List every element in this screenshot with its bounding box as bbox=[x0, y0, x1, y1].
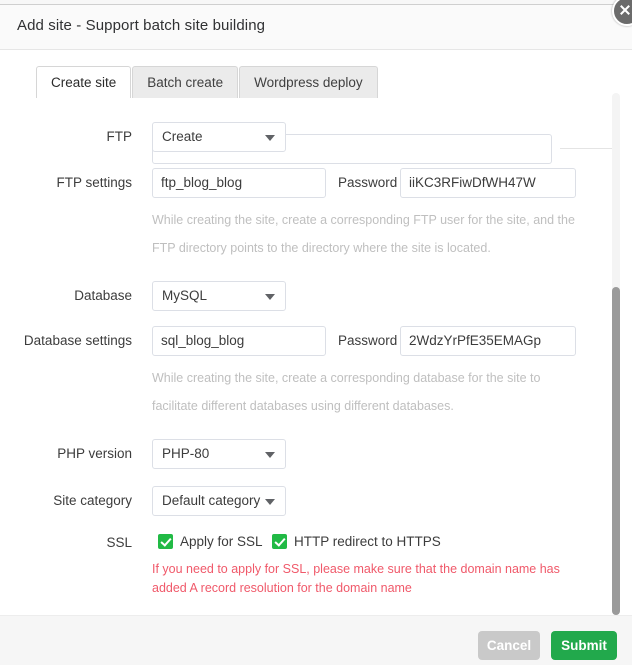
body-scrollbar-thumb[interactable] bbox=[612, 287, 620, 615]
site-category-label: Site category bbox=[53, 493, 132, 508]
cancel-button[interactable]: Cancel bbox=[478, 631, 540, 660]
apply-for-ssl-checkbox[interactable]: Apply for SSL bbox=[158, 534, 263, 549]
database-help-line-2: facilitate different databases using dif… bbox=[152, 399, 454, 413]
ftp-password-value: iiKC3RFiwDfWH47W bbox=[409, 175, 536, 190]
ftp-password-input[interactable]: iiKC3RFiwDfWH47W bbox=[400, 168, 576, 198]
tab-batch-create-label: Batch create bbox=[147, 75, 224, 90]
dialog-body: Create site Batch create Wordpress deplo… bbox=[0, 50, 632, 615]
database-select[interactable]: MySQL bbox=[152, 281, 286, 311]
php-version-select[interactable]: PHP-80 bbox=[152, 439, 286, 469]
database-password-label: Password bbox=[338, 333, 398, 348]
database-label: Database bbox=[74, 288, 132, 303]
ssl-label: SSL bbox=[106, 535, 132, 550]
site-category-select-value: Default category bbox=[162, 493, 261, 508]
scrolled-off-divider bbox=[560, 148, 612, 149]
ssl-warning: If you need to apply for SSL, please mak… bbox=[152, 560, 602, 598]
ftp-select-value: Create bbox=[162, 129, 203, 144]
tab-batch-create[interactable]: Batch create bbox=[132, 66, 239, 98]
tab-wordpress-deploy[interactable]: Wordpress deploy bbox=[239, 66, 378, 98]
database-password-value: 2WdzYrPfE35EMAGp bbox=[409, 333, 542, 348]
dialog-header: Add site - Support batch site building bbox=[0, 0, 632, 50]
ssl-warning-line-2: added A record resolution for the domain… bbox=[152, 581, 412, 595]
dialog-footer: Cancel Submit bbox=[0, 615, 632, 665]
apply-for-ssl-label: Apply for SSL bbox=[180, 534, 263, 549]
close-circle-icon[interactable] bbox=[612, 0, 632, 26]
add-site-dialog: Add site - Support batch site building C… bbox=[0, 0, 632, 665]
ftp-password-label: Password bbox=[338, 175, 398, 190]
database-name-input[interactable]: sql_blog_blog bbox=[152, 326, 326, 356]
chevron-down-icon bbox=[265, 499, 275, 505]
ftp-username-value: ftp_blog_blog bbox=[161, 175, 243, 190]
php-version-select-value: PHP-80 bbox=[162, 446, 210, 461]
submit-button[interactable]: Submit bbox=[551, 631, 617, 660]
database-help-line-1: While creating the site, create a corres… bbox=[152, 371, 541, 385]
tab-create-site-label: Create site bbox=[51, 75, 117, 90]
database-settings-label: Database settings bbox=[23, 333, 132, 348]
checkmark-icon bbox=[272, 534, 287, 549]
tab-create-site[interactable]: Create site bbox=[36, 66, 132, 99]
checkmark-icon bbox=[158, 534, 173, 549]
ssl-warning-line-1: If you need to apply for SSL, please mak… bbox=[152, 562, 560, 576]
ftp-label: FTP bbox=[106, 129, 133, 144]
php-version-label: PHP version bbox=[57, 446, 132, 461]
cancel-button-label: Cancel bbox=[486, 638, 532, 653]
chevron-down-icon bbox=[265, 452, 275, 458]
dialog-title: Add site - Support batch site building bbox=[17, 17, 266, 34]
chevron-down-icon bbox=[265, 135, 275, 141]
ftp-settings-label: FTP settings bbox=[56, 175, 132, 190]
http-redirect-checkbox[interactable]: HTTP redirect to HTTPS bbox=[272, 534, 441, 549]
submit-button-label: Submit bbox=[561, 638, 607, 653]
chevron-down-icon bbox=[265, 294, 275, 300]
ftp-username-input[interactable]: ftp_blog_blog bbox=[152, 168, 326, 198]
tab-bar: Create site Batch create Wordpress deplo… bbox=[36, 65, 379, 99]
tab-wordpress-deploy-label: Wordpress deploy bbox=[254, 75, 363, 90]
ftp-help-line-1: While creating the site, create a corres… bbox=[152, 213, 575, 227]
ftp-select[interactable]: Create bbox=[152, 122, 286, 152]
http-redirect-label: HTTP redirect to HTTPS bbox=[294, 534, 441, 549]
database-name-value: sql_blog_blog bbox=[161, 333, 245, 348]
database-password-input[interactable]: 2WdzYrPfE35EMAGp bbox=[400, 326, 576, 356]
database-select-value: MySQL bbox=[162, 288, 208, 303]
site-category-select[interactable]: Default category bbox=[152, 486, 286, 516]
ftp-help-line-2: FTP directory points to the directory wh… bbox=[152, 241, 491, 255]
